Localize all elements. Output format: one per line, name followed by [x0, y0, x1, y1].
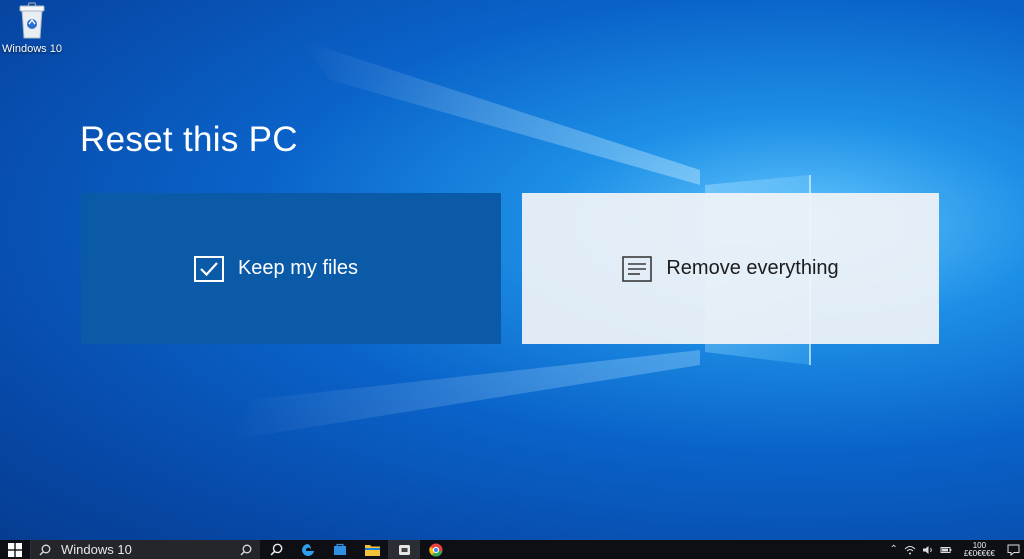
checkbox-checked-icon [193, 255, 224, 282]
chevron-up-icon[interactable]: ⌃ [889, 544, 897, 555]
remove-everything-label: Remove everything [666, 257, 839, 279]
network-icon[interactable] [904, 545, 916, 555]
taskbar-clock[interactable]: 100 £€0€€€€ [958, 541, 1001, 558]
desktop-icon-recycle-bin[interactable]: Windows 10 [2, 2, 62, 55]
chrome-browser-icon [429, 543, 443, 557]
search-icon [240, 544, 252, 555]
search-icon [39, 544, 51, 555]
taskbar-file-explorer-button[interactable] [356, 540, 388, 559]
document-lines-icon [622, 255, 653, 282]
volume-icon[interactable] [922, 545, 934, 555]
taskbar-chrome-button[interactable] [420, 540, 452, 559]
taskbar-search-button[interactable] [260, 540, 292, 559]
edge-browser-icon [302, 543, 314, 556]
battery-icon[interactable] [940, 545, 952, 555]
remove-everything-button[interactable]: Remove everything [522, 193, 939, 344]
system-tray: ⌃ 100 £€0€€€€ [889, 541, 1024, 558]
keep-my-files-button[interactable]: Keep my files [81, 193, 501, 344]
recycle-bin-icon [19, 2, 45, 39]
taskbar: Windows 10 ⌃ 100 £€0€€€€ [0, 540, 1024, 559]
taskbar-app-button[interactable] [388, 540, 420, 559]
page-title: Reset this PC [80, 120, 298, 159]
start-button[interactable] [0, 540, 30, 559]
taskbar-store-button[interactable] [324, 540, 356, 559]
store-icon [334, 543, 346, 555]
taskbar-edge-button[interactable] [292, 540, 324, 559]
taskbar-search-text: Windows 10 [61, 542, 132, 557]
folder-icon [364, 544, 380, 556]
taskbar-search-box[interactable]: Windows 10 [30, 540, 260, 559]
clock-date: £€0€€€€ [963, 548, 995, 558]
desktop-icon-label: Windows 10 [2, 43, 62, 55]
keep-my-files-label: Keep my files [237, 257, 359, 279]
notifications-icon[interactable] [1007, 544, 1020, 556]
app-window-icon [398, 545, 410, 555]
windows-logo-icon [8, 542, 22, 557]
search-icon [270, 543, 282, 556]
